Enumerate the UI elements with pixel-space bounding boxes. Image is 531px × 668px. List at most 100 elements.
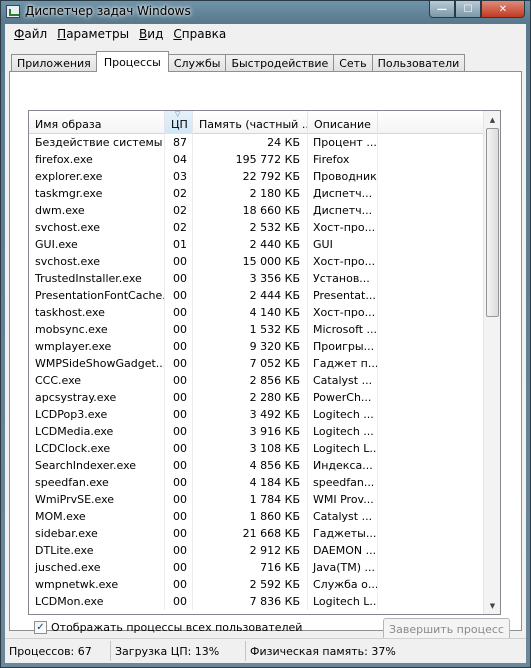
- close-button[interactable]: ✕: [481, 1, 525, 18]
- cell-memory: 24 КБ: [193, 134, 308, 151]
- cell-image-name: wmpnetwk.exe: [29, 576, 165, 593]
- cell-memory: 2 444 КБ: [193, 287, 308, 304]
- cell-description: Проводник: [308, 168, 378, 185]
- tab-networking[interactable]: Сеть: [333, 54, 373, 72]
- table-row[interactable]: WMPSideShowGadget.... 00 7 052 КБ Гаджет п.…: [29, 355, 484, 372]
- cell-description: Диспетч...: [308, 185, 378, 202]
- tab-performance[interactable]: Быстродействие: [225, 54, 335, 72]
- cell-image-name: LCDClock.exe: [29, 440, 165, 457]
- menu-options[interactable]: Параметры: [52, 27, 134, 41]
- cell-memory: 2 440 КБ: [193, 236, 308, 253]
- cell-memory: 1 532 КБ: [193, 321, 308, 338]
- column-cpu[interactable]: ▽ ЦП: [165, 111, 193, 134]
- cell-memory: 2 856 КБ: [193, 372, 308, 389]
- status-process-count: Процессов: 67: [5, 640, 111, 661]
- column-memory[interactable]: Память (частный ...: [193, 111, 308, 134]
- table-row[interactable]: apcsystray.exe 00 2 280 КБ PowerCh...: [29, 389, 484, 406]
- cell-image-name: taskmgr.exe: [29, 185, 165, 202]
- cell-empty: [378, 270, 484, 287]
- table-row[interactable]: DTLite.exe 00 2 912 КБ DAEMON ...: [29, 542, 484, 559]
- table-row[interactable]: WmiPrvSE.exe 00 1 784 КБ WMI Prov...: [29, 491, 484, 508]
- scroll-up-icon[interactable]: ▲: [484, 111, 500, 128]
- cell-description: Процент ...: [308, 134, 378, 151]
- processes-panel: Имя образа ▽ ЦП Память (частный ... Опис…: [9, 71, 522, 640]
- table-row[interactable]: MOM.exe 00 1 860 КБ Catalyst ...: [29, 508, 484, 525]
- table-row[interactable]: Бездействие системы 87 24 КБ Процент ...: [29, 134, 484, 151]
- table-row[interactable]: firefox.exe 04 195 772 КБ Firefox: [29, 151, 484, 168]
- cell-empty: [378, 253, 484, 270]
- table-row[interactable]: mobsync.exe 00 1 532 КБ Microsoft ...: [29, 321, 484, 338]
- scrollbar-thumb[interactable]: [486, 128, 499, 317]
- cell-image-name: speedfan.exe: [29, 474, 165, 491]
- menu-file[interactable]: Файл: [9, 27, 52, 41]
- table-row[interactable]: sidebar.exe 00 21 668 КБ Гаджеты...: [29, 525, 484, 542]
- tab-processes[interactable]: Процессы: [95, 51, 169, 72]
- table-row[interactable]: SearchIndexer.exe 00 4 856 КБ Индекса...: [29, 457, 484, 474]
- process-list[interactable]: Имя образа ▽ ЦП Память (частный ... Опис…: [28, 110, 501, 615]
- table-row[interactable]: CCC.exe 00 2 856 КБ Catalyst ...: [29, 372, 484, 389]
- cell-memory: 7 052 КБ: [193, 355, 308, 372]
- cell-image-name: TrustedInstaller.exe: [29, 270, 165, 287]
- table-row[interactable]: explorer.exe 03 22 792 КБ Проводник: [29, 168, 484, 185]
- cell-image-name: CCC.exe: [29, 372, 165, 389]
- end-process-button[interactable]: Завершить процесс: [383, 618, 510, 640]
- maximize-button[interactable]: ☐: [455, 1, 481, 18]
- table-row[interactable]: jusched.exe 00 716 КБ Java(TM) ...: [29, 559, 484, 576]
- table-row[interactable]: svchost.exe 02 2 532 КБ Хост-про...: [29, 219, 484, 236]
- minimize-button[interactable]: —: [429, 1, 455, 18]
- table-row[interactable]: taskmgr.exe 02 2 180 КБ Диспетч...: [29, 185, 484, 202]
- cell-empty: [378, 338, 484, 355]
- table-row[interactable]: PresentationFontCache... 00 2 444 КБ Presen…: [29, 287, 484, 304]
- cell-cpu: 00: [165, 355, 193, 372]
- table-row[interactable]: GUI.exe 01 2 440 КБ GUI: [29, 236, 484, 253]
- cell-description: Служба о...: [308, 576, 378, 593]
- cell-description: Logitech ...: [308, 423, 378, 440]
- cell-empty: [378, 185, 484, 202]
- table-row[interactable]: taskhost.exe 00 4 140 КБ Хост-про...: [29, 304, 484, 321]
- menu-view[interactable]: Вид: [134, 27, 168, 41]
- cell-image-name: LCDMedia.exe: [29, 423, 165, 440]
- column-image-name[interactable]: Имя образа: [29, 111, 165, 134]
- cell-empty: [378, 287, 484, 304]
- cell-empty: [378, 491, 484, 508]
- cell-memory: 22 792 КБ: [193, 168, 308, 185]
- table-row[interactable]: LCDClock.exe 00 3 108 КБ Logitech L...: [29, 440, 484, 457]
- cell-image-name: WMPSideShowGadget....: [29, 355, 165, 372]
- menu-help[interactable]: Справка: [168, 27, 231, 41]
- show-all-users-toggle[interactable]: ✓ Отображать процессы всех пользователей: [34, 621, 302, 634]
- cell-cpu: 00: [165, 287, 193, 304]
- column-description[interactable]: Описание: [308, 111, 378, 134]
- vertical-scrollbar[interactable]: ▲ ▼: [483, 111, 500, 614]
- scroll-down-icon[interactable]: ▼: [484, 597, 500, 614]
- table-row[interactable]: dwm.exe 02 18 660 КБ Диспетч...: [29, 202, 484, 219]
- cell-cpu: 00: [165, 491, 193, 508]
- table-row[interactable]: wmpnetwk.exe 00 2 592 КБ Служба о...: [29, 576, 484, 593]
- tab-users[interactable]: Пользователи: [371, 54, 466, 72]
- show-all-users-checkbox[interactable]: ✓: [34, 621, 47, 634]
- cell-memory: 2 592 КБ: [193, 576, 308, 593]
- cell-description: Catalyst ...: [308, 508, 378, 525]
- table-row[interactable]: speedfan.exe 00 4 184 КБ speedfan...: [29, 474, 484, 491]
- table-row[interactable]: LCDMon.exe 00 7 836 КБ Logitech L...: [29, 593, 484, 610]
- cell-description: Java(TM) ...: [308, 559, 378, 576]
- table-row[interactable]: LCDPop3.exe 00 3 492 КБ Logitech ...: [29, 406, 484, 423]
- cell-memory: 2 532 КБ: [193, 219, 308, 236]
- table-row[interactable]: wmplayer.exe 00 9 320 КБ Проигры...: [29, 338, 484, 355]
- cell-cpu: 00: [165, 304, 193, 321]
- table-row[interactable]: svchost.exe 00 15 000 КБ Хост-про...: [29, 253, 484, 270]
- tab-services[interactable]: Службы: [167, 54, 227, 72]
- cell-memory: 4 140 КБ: [193, 304, 308, 321]
- table-row[interactable]: LCDMedia.exe 00 3 916 КБ Logitech ...: [29, 423, 484, 440]
- title-bar[interactable]: Диспетчер задач Windows — ☐ ✕: [1, 1, 530, 23]
- cell-image-name: explorer.exe: [29, 168, 165, 185]
- cell-memory: 195 772 КБ: [193, 151, 308, 168]
- cell-cpu: 00: [165, 474, 193, 491]
- cell-empty: [378, 372, 484, 389]
- cell-empty: [378, 474, 484, 491]
- table-row[interactable]: TrustedInstaller.exe 00 3 356 КБ Установ...: [29, 270, 484, 287]
- cell-cpu: 00: [165, 508, 193, 525]
- cell-description: Хост-про...: [308, 253, 378, 270]
- cell-memory: 2 180 КБ: [193, 185, 308, 202]
- cell-description: Проигры...: [308, 338, 378, 355]
- tab-applications[interactable]: Приложения: [11, 54, 97, 72]
